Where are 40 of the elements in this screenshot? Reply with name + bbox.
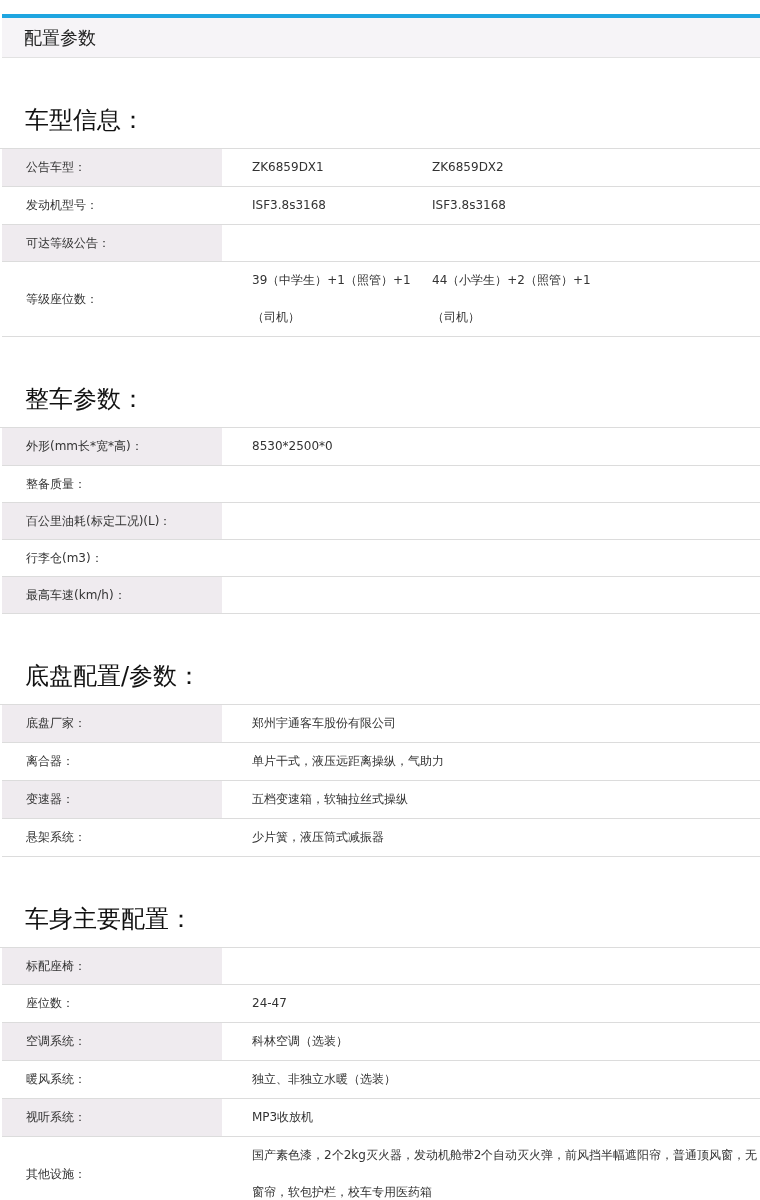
table-cell-text: ZK6859DX1 — [252, 159, 325, 176]
table-cell: 变速器： — [2, 781, 222, 818]
table-cell-text: 39（中学生）+1（照管）+1（司机） — [252, 272, 412, 326]
table-cell-text: 整备质量： — [25, 475, 87, 493]
table-cell-text: 8530*2500*0 — [252, 438, 334, 455]
table-cell: 最高车速(km/h)： — [2, 577, 222, 613]
section-title: 车型信息： — [24, 105, 146, 136]
table-cell-text: 发动机型号： — [25, 197, 99, 214]
section-title: 车身主要配置： — [24, 904, 194, 935]
table-cell-text: 等级座位数： — [25, 290, 99, 308]
table-cell-text: 郑州宇通客车股份有限公司 — [252, 715, 397, 732]
table-cell-text: 行李仓(m3)： — [25, 549, 104, 567]
table-cell-text: ISF3.8s3168 — [252, 197, 327, 214]
table-cell-text: 悬架系统： — [25, 829, 87, 846]
table-cell-text: 少片簧，液压筒式减振器 — [252, 829, 385, 846]
table-cell-text: 独立、非独立水暖（选装） — [252, 1071, 397, 1088]
table-cell: 百公里油耗(标定工况)(L)： — [2, 503, 222, 539]
table-cell: 可达等级公告： — [2, 225, 222, 261]
table-cell: 视听系统： — [2, 1099, 222, 1136]
page-title: 配置参数 — [24, 25, 96, 50]
table-cell-text: MP3收放机 — [252, 1109, 315, 1126]
table-cell-text: 座位数： — [25, 995, 75, 1012]
table-cell: 标配座椅： — [2, 948, 222, 984]
section-title: 底盘配置/参数： — [24, 661, 203, 692]
table-cell-text: 国产素色漆，2个2kg灭火器，发动机舱带2个自动灭火弹，前风挡半幅遮阳帘，普通顶风窗，无窗帘，软包护栏，校车专用医药箱 — [252, 1147, 758, 1200]
table-cell-text: 24-47 — [252, 995, 288, 1012]
table-cell-text: 其他设施： — [25, 1165, 87, 1183]
table-cell: 底盘厂家： — [2, 705, 222, 742]
table-cell: 外形(mm长*宽*高)： — [2, 428, 222, 465]
table-cell-text: 五档变速箱，软轴拉丝式操纵 — [252, 791, 409, 808]
table-cell: 公告车型： — [2, 149, 222, 186]
table-cell: 空调系统： — [2, 1023, 222, 1060]
table-cell-text: 暖风系统： — [25, 1071, 87, 1088]
table-cell-text: ISF3.8s3168 — [432, 197, 507, 214]
table-cell-text: 单片干式，液压远距离操纵，气助力 — [252, 753, 445, 770]
table-cell-text: 科林空调（选装） — [252, 1033, 349, 1050]
table-cell-text: 离合器： — [25, 753, 75, 770]
table-cell-text: ZK6859DX2 — [432, 159, 505, 176]
table-cell-text: 44（小学生）+2（照管）+1（司机） — [432, 272, 592, 326]
section-title: 整车参数： — [24, 384, 146, 415]
